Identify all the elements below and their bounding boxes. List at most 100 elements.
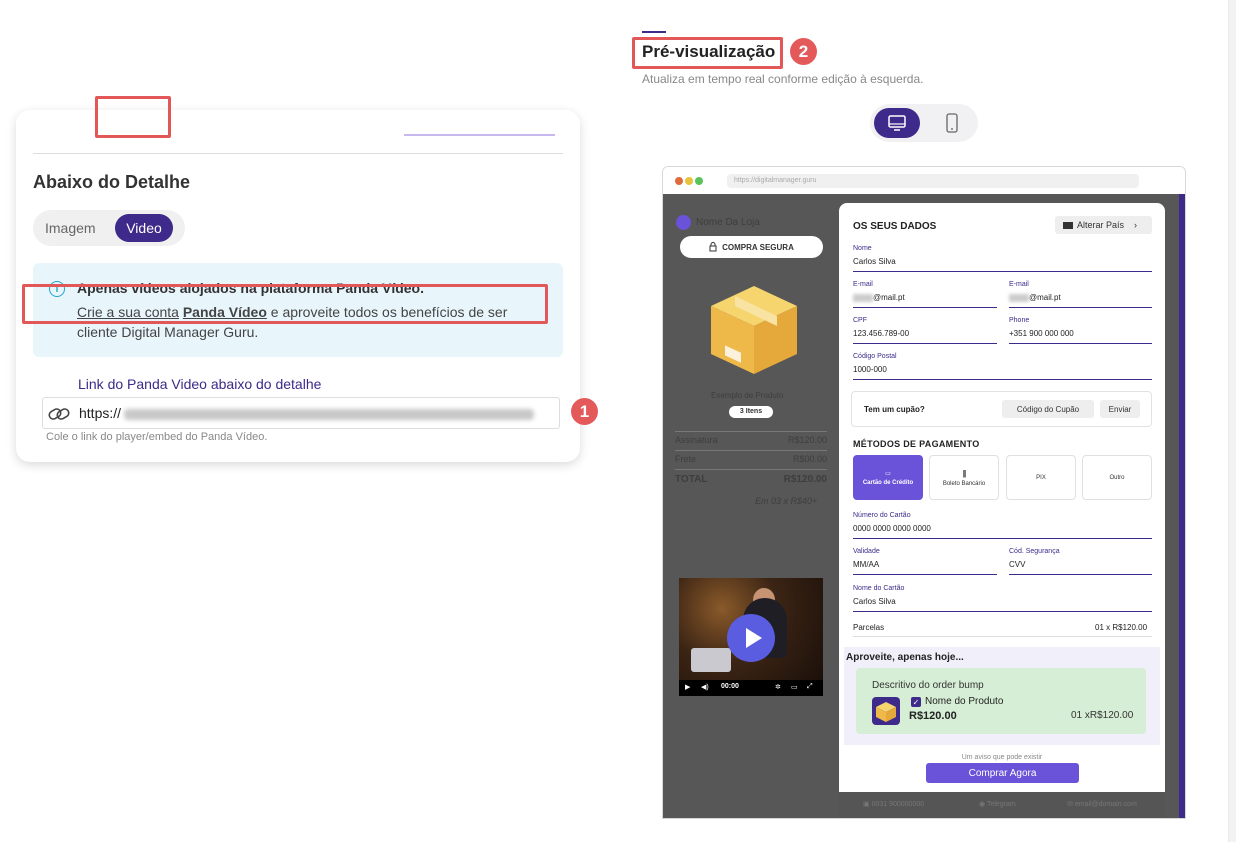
postal-code-input[interactable]: 1000-000 xyxy=(853,365,887,374)
field-underline xyxy=(853,574,997,575)
name-input[interactable]: Carlos Silva xyxy=(853,257,896,266)
summary-value: R$120.00 xyxy=(787,435,827,445)
summary-divider xyxy=(675,431,827,432)
summary-divider xyxy=(675,469,827,470)
step-badge-2: 2 xyxy=(790,38,817,65)
page-scrollbar[interactable] xyxy=(1228,0,1236,842)
panda-video-url-input[interactable]: https:// xyxy=(42,397,560,429)
blurred-url xyxy=(124,409,534,420)
mobile-icon xyxy=(946,113,958,133)
field-label: Nome do Cartão xyxy=(853,585,905,592)
order-bump-section: Aproveite, apenas hoje... Descritivo do … xyxy=(844,647,1160,745)
field-label: E-mail xyxy=(853,281,873,288)
installments-note: Em 03 x R$40+ xyxy=(755,496,818,506)
credit-card-icon: ▭ xyxy=(885,470,891,477)
pip-icon[interactable]: ▭ xyxy=(791,683,798,691)
url-field-label: Link do Panda Video abaixo do detalhe xyxy=(78,376,322,392)
summary-label: Frete xyxy=(675,454,697,464)
items-count-badge: 3 Itens xyxy=(729,406,773,418)
footer-telegram: ◉ Telegram xyxy=(979,800,1016,808)
section-divider xyxy=(33,153,563,154)
field-label: Nome xyxy=(853,245,872,252)
volume-icon[interactable]: ◀) xyxy=(701,683,709,691)
play-icon xyxy=(746,628,762,648)
field-label: Phone xyxy=(1009,317,1030,324)
email-confirm-input[interactable]: @mail.pt xyxy=(1009,293,1061,302)
desktop-icon xyxy=(888,115,906,131)
settings-icon[interactable]: ✲ xyxy=(775,683,781,691)
field-underline xyxy=(853,611,1152,612)
play-button[interactable] xyxy=(727,614,775,662)
store-name: Nome Da Loja xyxy=(696,217,760,228)
card-name-input[interactable]: Carlos Silva xyxy=(853,597,896,606)
mobile-view-button[interactable] xyxy=(932,108,972,138)
checkout-footer: ▣ 0031 900000000 ◉ Telegram ✉ email@doma… xyxy=(839,792,1165,818)
cpf-input[interactable]: 123.456.789-00 xyxy=(853,329,909,338)
footer-telegram-text: Telegram xyxy=(986,801,1016,808)
card-validity-input[interactable]: MM/AA xyxy=(853,560,879,569)
field-underline xyxy=(853,343,997,344)
fullscreen-icon[interactable]: ⤢ xyxy=(807,683,813,691)
tab-video[interactable]: Video xyxy=(115,214,173,242)
order-bump-card[interactable]: Descritivo do order bump ✓ Nome do Produ… xyxy=(856,668,1146,734)
play-small-icon[interactable]: ▶ xyxy=(685,683,690,691)
summary-row: Frete R$00.00 xyxy=(675,454,827,464)
payment-credit-card[interactable]: ▭ Cartão de Crédito xyxy=(853,455,923,500)
change-country-button[interactable]: Alterar País › xyxy=(1055,216,1152,234)
summary-divider xyxy=(675,450,827,451)
browser-bar: https://digitalmanager.guru xyxy=(663,167,1185,194)
your-data-title: OS SEUS DADOS xyxy=(853,221,937,232)
video-controls: ▶ ◀) 00:00 ✲ ▭ ⤢ xyxy=(679,680,823,696)
card-top-divider xyxy=(404,134,555,136)
field-underline xyxy=(853,538,1152,539)
coupon-send-button[interactable]: Enviar xyxy=(1100,400,1140,418)
view-mode-toggle xyxy=(870,104,978,142)
card-number-input[interactable]: 0000 0000 0000 0000 xyxy=(853,524,931,533)
checkout-preview-frame: https://digitalmanager.guru Nome Da Loja… xyxy=(662,166,1186,819)
video-player[interactable]: ▶ ◀) 00:00 ✲ ▭ ⤢ xyxy=(679,578,823,696)
payment-methods-title: MÉTODOS DE PAGAMENTO xyxy=(853,439,980,449)
summary-total-row: TOTAL R$120.00 xyxy=(675,474,827,485)
phone-input[interactable]: +351 900 000 000 xyxy=(1009,329,1074,338)
video-laptop xyxy=(691,648,731,672)
installments-select[interactable]: 01 x R$120.00 xyxy=(1095,623,1147,632)
tab-imagem[interactable]: Imagem xyxy=(45,220,96,236)
order-bump-description: Descritivo do order bump xyxy=(872,680,984,691)
change-country-label: Alterar País xyxy=(1077,220,1125,230)
order-bump-product-image xyxy=(872,697,900,725)
payment-boleto[interactable]: ||| Boleto Bancário xyxy=(929,455,999,500)
email-domain: @mail.pt xyxy=(873,293,905,302)
footer-email: ✉ email@domain.com xyxy=(1067,800,1137,808)
step-badge-1: 1 xyxy=(571,398,598,425)
order-bump-checkbox[interactable]: ✓ xyxy=(911,697,921,707)
checkout-form-panel: OS SEUS DADOS Alterar País › Nome Carlos… xyxy=(839,203,1165,818)
coupon-input[interactable]: Código do Cupão xyxy=(1002,400,1094,418)
order-bump-installments: 01 xR$120.00 xyxy=(1071,710,1134,721)
desktop-view-button[interactable] xyxy=(874,108,920,138)
product-name: Exemplo de Produto xyxy=(711,391,784,400)
payment-pix[interactable]: PIX xyxy=(1006,455,1076,500)
accent-strip xyxy=(1179,194,1185,818)
email-input[interactable]: @mail.pt xyxy=(853,293,905,302)
footer-phone-text: 0031 900000000 xyxy=(871,801,925,808)
summary-label: Assinatura xyxy=(675,435,718,445)
coupon-box: Tem um cupão? Código do Cupão Enviar xyxy=(851,391,1152,427)
card-cvv-input[interactable]: CVV xyxy=(1009,560,1025,569)
order-bump-price: R$120.00 xyxy=(909,710,957,722)
payment-other[interactable]: Outro xyxy=(1082,455,1152,500)
field-underline xyxy=(853,636,1152,637)
telegram-icon: ◉ xyxy=(979,801,987,808)
field-label: Cód. Segurança xyxy=(1009,548,1060,555)
title-accent-line xyxy=(642,31,666,33)
field-underline xyxy=(1009,307,1152,308)
window-dot-green xyxy=(695,177,703,185)
order-bump-heading: Aproveite, apenas hoje... xyxy=(846,652,964,663)
field-underline xyxy=(853,379,1152,380)
field-label: E-mail xyxy=(1009,281,1029,288)
buy-now-button[interactable]: Comprar Agora xyxy=(926,763,1079,783)
checkout-background: Nome Da Loja COMPRA SEGURA Exemplo de Pr… xyxy=(663,194,1185,818)
summary-row: Assinatura R$120.00 xyxy=(675,435,827,445)
field-underline xyxy=(853,307,997,308)
summary-value: R$00.00 xyxy=(792,454,827,464)
coupon-question: Tem um cupão? xyxy=(864,405,925,414)
